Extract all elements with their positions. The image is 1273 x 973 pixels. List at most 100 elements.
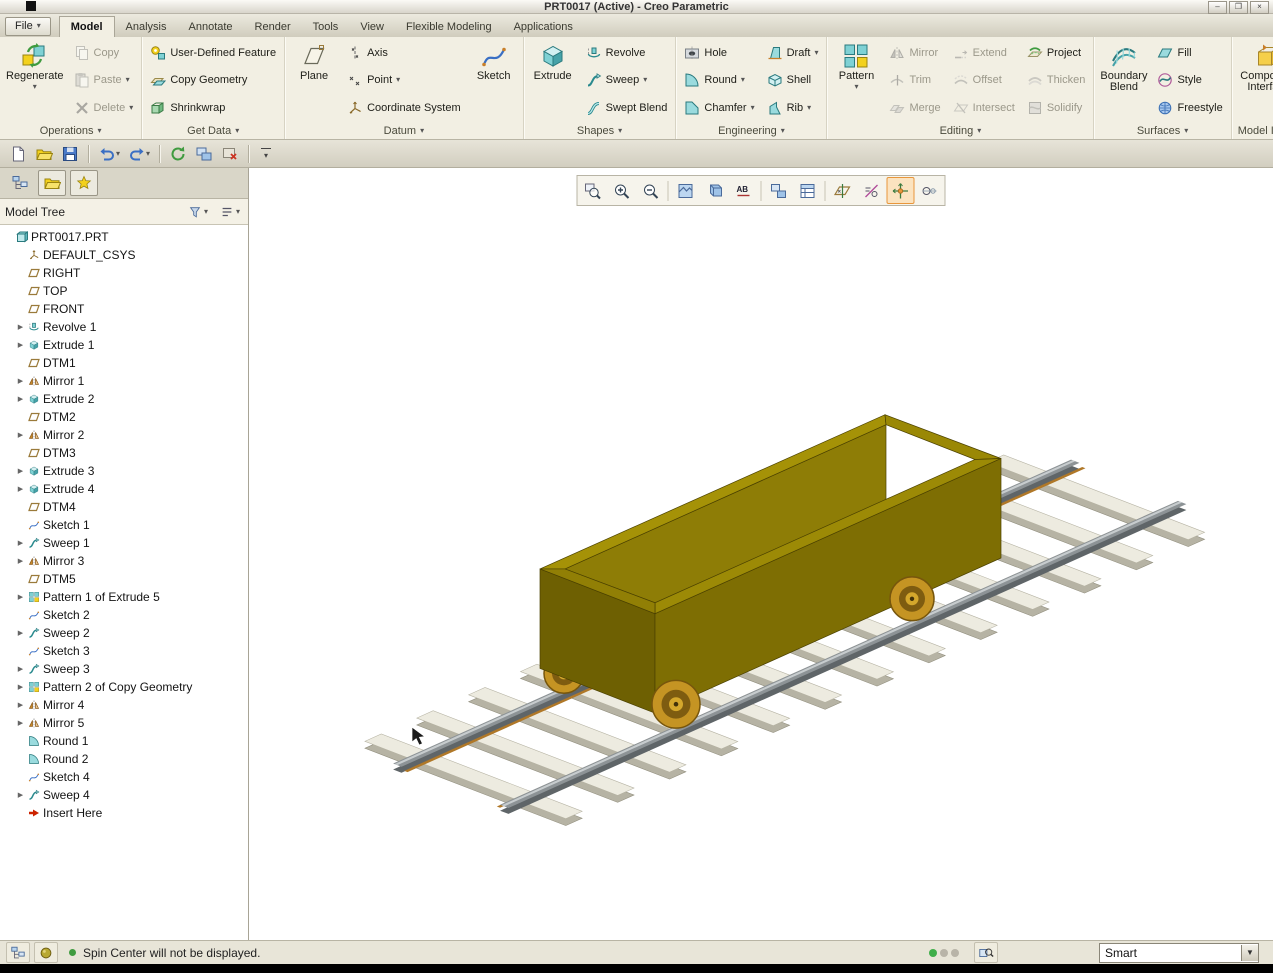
ribbon-button-regenerate[interactable]: Regenerate ▾ [3, 39, 67, 122]
tab-view[interactable]: View [349, 17, 395, 37]
tree-item-extrude-2[interactable]: ▶ Extrude 2 [0, 390, 248, 408]
gfx-zoom-in-button[interactable] [608, 177, 636, 204]
tree-item-front[interactable]: FRONT [0, 300, 248, 318]
tab-model[interactable]: Model [58, 16, 115, 37]
ribbon-button-point[interactable]: Point ▾ [342, 67, 466, 93]
toolbar-options-button[interactable]: ▾ [261, 147, 272, 160]
file-menu-button[interactable]: File ▾ [5, 17, 51, 36]
tree-item-dtm3[interactable]: DTM3 [0, 444, 248, 462]
qat-save[interactable] [58, 142, 82, 166]
tree-item-extrude-4[interactable]: ▶ Extrude 4 [0, 480, 248, 498]
ribbon-button-component-interface[interactable]: Component Interface [1235, 39, 1273, 122]
expander-icon[interactable]: ▶ [16, 485, 25, 493]
ribbon-button-shell[interactable]: Shell [762, 67, 824, 93]
tree-item-mirror-1[interactable]: ▶ Mirror 1 [0, 372, 248, 390]
tree-item-mirror-3[interactable]: ▶ Mirror 3 [0, 552, 248, 570]
ribbon-button-style[interactable]: Style [1152, 67, 1227, 93]
tree-item-sketch-4[interactable]: Sketch 4 [0, 768, 248, 786]
graphics-area[interactable]: AB [249, 168, 1273, 940]
qat-undo[interactable]: ▾ [95, 142, 123, 166]
tree-item-sketch-2[interactable]: Sketch 2 [0, 606, 248, 624]
gfx-view-manager-button[interactable] [794, 177, 822, 204]
tab-applications[interactable]: Applications [503, 17, 584, 37]
tree-item-sweep-1[interactable]: ▶ Sweep 1 [0, 534, 248, 552]
gfx-saved-orientations-button[interactable] [765, 177, 793, 204]
ribbon-button-swept-blend[interactable]: Swept Blend [581, 95, 673, 121]
tab-analysis[interactable]: Analysis [115, 17, 178, 37]
restore-button[interactable]: ❐ [1229, 1, 1248, 14]
ribbon-button-rib[interactable]: Rib ▾ [762, 95, 824, 121]
gfx-refit-button[interactable] [579, 177, 607, 204]
model-tree-toggle-button[interactable] [6, 942, 30, 963]
qat-redo[interactable]: ▾ [125, 142, 153, 166]
expander-icon[interactable]: ▶ [16, 557, 25, 565]
expander-icon[interactable]: ▶ [16, 683, 25, 691]
expander-icon[interactable]: ▶ [16, 665, 25, 673]
qat-regenerate[interactable] [166, 142, 190, 166]
selection-filter-dropdown[interactable]: Smart ▼ [1099, 942, 1259, 963]
ribbon-button-pattern[interactable]: Pattern ▾ [830, 39, 882, 122]
3d-viewport[interactable] [249, 168, 1273, 940]
ribbon-button-extrude[interactable]: Extrude [527, 39, 579, 122]
ribbon-group-menu-model-intent[interactable]: Model Intent▾ [1232, 122, 1273, 139]
ribbon-group-menu-surfaces[interactable]: Surfaces ▾ [1094, 122, 1230, 139]
ribbon-button-chamfer[interactable]: Chamfer ▾ [679, 95, 759, 121]
gfx-spin-center-button[interactable] [886, 177, 915, 204]
tree-item-sweep-4[interactable]: ▶ Sweep 4 [0, 786, 248, 804]
gfx-zoom-out-button[interactable] [637, 177, 665, 204]
tree-item-insert-here[interactable]: Insert Here [0, 804, 248, 822]
tree-item-sweep-2[interactable]: ▶ Sweep 2 [0, 624, 248, 642]
ribbon-button-axis[interactable]: Axis [342, 40, 466, 66]
ribbon-button-round[interactable]: Round ▾ [679, 67, 759, 93]
minimize-button[interactable]: – [1208, 1, 1227, 14]
ribbon-button-hole[interactable]: Hole [679, 40, 759, 66]
tree-item-dtm1[interactable]: DTM1 [0, 354, 248, 372]
browser-toggle-button[interactable] [34, 942, 58, 963]
tree-columns-button[interactable]: ▾ [217, 203, 243, 221]
ribbon-button-plane[interactable]: Plane [288, 39, 340, 122]
expander-icon[interactable]: ▶ [16, 467, 25, 475]
tree-item-right[interactable]: RIGHT [0, 264, 248, 282]
qat-new-file[interactable] [6, 142, 30, 166]
tree-item-extrude-1[interactable]: ▶ Extrude 1 [0, 336, 248, 354]
gfx-display-style-button[interactable] [701, 177, 729, 204]
show-favorites-button[interactable] [70, 170, 98, 196]
tree-item-dtm5[interactable]: DTM5 [0, 570, 248, 588]
ribbon-button-boundary-blend[interactable]: Boundary Blend [1097, 39, 1150, 122]
ribbon-group-menu-shapes[interactable]: Shapes ▾ [524, 122, 676, 139]
ribbon-group-menu-datum[interactable]: Datum ▾ [285, 122, 523, 139]
tab-tools[interactable]: Tools [302, 17, 350, 37]
gfx-annotation-filters-button[interactable] [858, 177, 886, 204]
expander-icon[interactable]: ▶ [16, 431, 25, 439]
tree-item-round-1[interactable]: Round 1 [0, 732, 248, 750]
expander-icon[interactable]: ▶ [16, 341, 25, 349]
tree-item-sketch-3[interactable]: Sketch 3 [0, 642, 248, 660]
tree-item-top[interactable]: TOP [0, 282, 248, 300]
expander-icon[interactable]: ▶ [16, 701, 25, 709]
tree-item-round-2[interactable]: Round 2 [0, 750, 248, 768]
ribbon-button-user-defined-feature[interactable]: User-Defined Feature [145, 40, 281, 66]
tab-render[interactable]: Render [244, 17, 302, 37]
expander-icon[interactable]: ▶ [16, 791, 25, 799]
ribbon-button-copy-geometry[interactable]: Copy Geometry [145, 67, 281, 93]
chevron-down-icon[interactable]: ▼ [1241, 944, 1258, 961]
tab-annotate[interactable]: Annotate [178, 17, 244, 37]
tree-item-pattern-2-of-copy-geometry[interactable]: ▶ Pattern 2 of Copy Geometry [0, 678, 248, 696]
expander-icon[interactable]: ▶ [16, 323, 25, 331]
qat-windows[interactable] [192, 142, 216, 166]
expander-icon[interactable]: ▶ [16, 395, 25, 403]
ribbon-button-freestyle[interactable]: Freestyle [1152, 95, 1227, 121]
tree-filters-button[interactable]: ▾ [185, 203, 211, 221]
ribbon-button-revolve[interactable]: Revolve [581, 40, 673, 66]
expander-icon[interactable]: ▶ [16, 377, 25, 385]
expander-icon[interactable]: ▶ [16, 539, 25, 547]
tree-item-mirror-4[interactable]: ▶ Mirror 4 [0, 696, 248, 714]
show-folder-browser-button[interactable] [38, 170, 66, 196]
gfx-perspective-button[interactable] [916, 177, 944, 204]
ribbon-group-menu-get-data[interactable]: Get Data ▾ [142, 122, 284, 139]
show-model-tree-button[interactable] [6, 170, 34, 196]
tree-item-sweep-3[interactable]: ▶ Sweep 3 [0, 660, 248, 678]
tree-item-mirror-2[interactable]: ▶ Mirror 2 [0, 426, 248, 444]
tree-item-pattern-1-of-extrude-5[interactable]: ▶ Pattern 1 of Extrude 5 [0, 588, 248, 606]
gfx-annotation-display-button[interactable]: AB [730, 177, 758, 204]
